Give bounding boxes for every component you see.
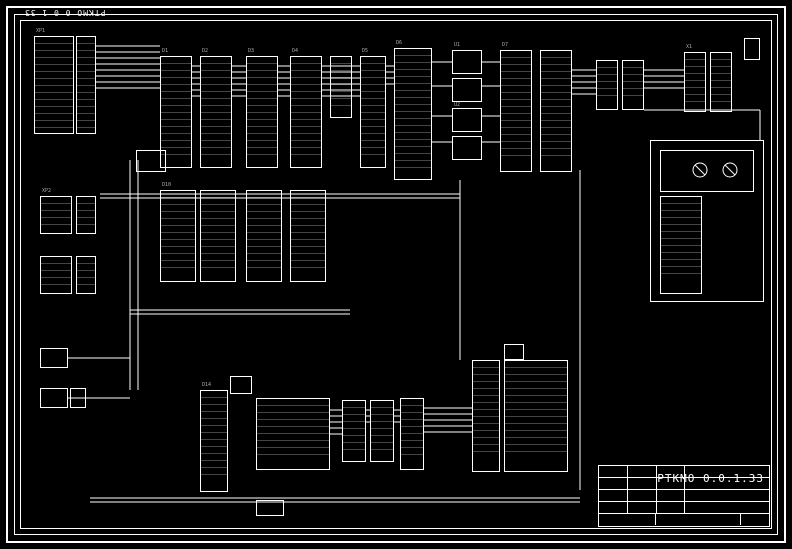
document-number: PTKMO 0.0.1.33 [657, 472, 764, 485]
document-number-mirrored: PTKMO 0 0 1 33 [24, 8, 105, 17]
wiring-net [20, 20, 772, 529]
